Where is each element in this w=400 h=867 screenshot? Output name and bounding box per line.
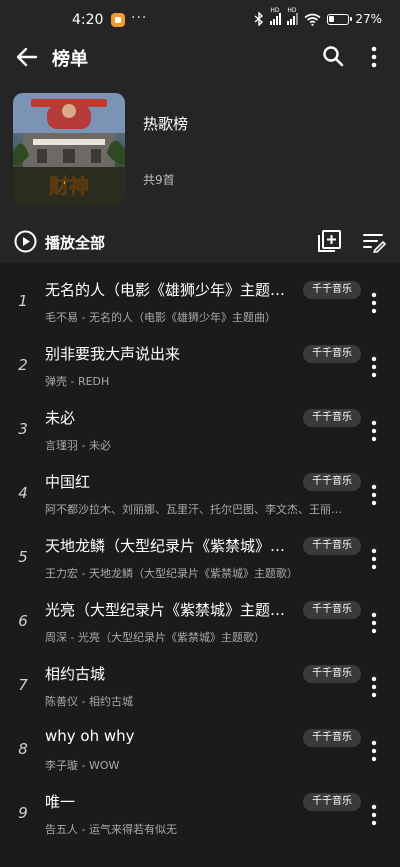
song-index: 2 — [18, 356, 28, 374]
song-row[interactable]: 3 未必 言瑾羽 - 未必 千千音乐 — [0, 399, 400, 463]
song-index: 4 — [18, 484, 28, 502]
page-title: 榜单 — [52, 49, 88, 70]
song-artist: 周深 - 光亮（大型纪录片《紫禁城》主题歌） — [45, 631, 265, 644]
battery-icon — [327, 13, 353, 25]
song-title: why oh why — [45, 727, 135, 745]
source-badge: 千千音乐 — [303, 409, 361, 427]
source-badge: 千千音乐 — [303, 345, 361, 363]
song-title: 别非要我大声说出来 — [45, 345, 181, 363]
source-badge: 千千音乐 — [303, 537, 361, 555]
battery-percent: 27% — [355, 12, 382, 26]
more-notifications-icon: ··· — [131, 10, 148, 26]
song-more-icon[interactable] — [365, 291, 383, 315]
manage-list-icon[interactable] — [362, 231, 386, 253]
song-index: 9 — [18, 804, 28, 822]
source-badge: 千千音乐 — [303, 281, 361, 299]
back-arrow-icon[interactable] — [14, 44, 40, 70]
status-bar: 4:20 ··· HD HD 27% — [0, 0, 400, 40]
song-row[interactable]: 7 相约古城 陈善仪 - 相约古城 千千音乐 — [0, 655, 400, 719]
song-title: 无名的人（电影《雄狮少年》主题曲） — [45, 281, 295, 299]
song-row[interactable]: 8 why oh why 李子璇 - WOW 千千音乐 — [0, 719, 400, 783]
song-more-icon[interactable] — [365, 675, 383, 699]
song-more-icon[interactable] — [365, 419, 383, 443]
song-index: 6 — [18, 612, 28, 630]
cover-text: 财神 — [49, 174, 89, 198]
song-title: 中国红 — [45, 473, 91, 491]
app-notification-icon — [111, 13, 125, 27]
song-index: 5 — [18, 548, 28, 566]
playlist-song-count: 共9首 — [143, 173, 175, 187]
search-icon[interactable] — [321, 44, 345, 68]
play-all-bar: 播放全部 — [0, 226, 400, 258]
song-artist: 告五人 - 运气来得若有似无 — [45, 823, 177, 836]
song-artist: 阿不都沙拉木、刘丽娜、瓦里汗、托尔巴图、李文杰、王丽… — [45, 503, 342, 516]
status-time: 4:20 — [72, 12, 104, 28]
play-all-button[interactable]: 播放全部 — [45, 232, 105, 253]
song-artist: 王力宏 - 天地龙鳞（大型纪录片《紫禁城》主题歌） — [45, 567, 298, 580]
song-title: 天地龙鳞（大型纪录片《紫禁城》主… — [45, 537, 295, 555]
signal-2-icon: HD — [287, 7, 299, 25]
song-row[interactable]: 4 中国红 阿不都沙拉木、刘丽娜、瓦里汗、托尔巴图、李文杰、王丽… 千千音乐 — [0, 463, 400, 527]
song-more-icon[interactable] — [365, 611, 383, 635]
app-bar: 榜单 — [0, 40, 400, 74]
song-title: 光亮（大型纪录片《紫禁城》主题歌） — [45, 601, 295, 619]
song-more-icon[interactable] — [365, 739, 383, 763]
bluetooth-icon — [254, 12, 264, 26]
source-badge: 千千音乐 — [303, 601, 361, 619]
song-row[interactable]: 9 唯一 告五人 - 运气来得若有似无 千千音乐 — [0, 783, 400, 847]
playlist-cover-image: 财神 — [13, 93, 125, 205]
source-badge: 千千音乐 — [303, 729, 361, 747]
song-more-icon[interactable] — [365, 483, 383, 507]
song-title: 相约古城 — [45, 665, 106, 683]
playlist-title: 热歌榜 — [143, 115, 189, 133]
song-more-icon[interactable] — [365, 355, 383, 379]
song-row[interactable]: 6 光亮（大型纪录片《紫禁城》主题歌） 周深 - 光亮（大型纪录片《紫禁城》主题… — [0, 591, 400, 655]
song-index: 1 — [18, 292, 28, 310]
song-index: 7 — [18, 676, 28, 694]
song-title: 唯一 — [45, 793, 76, 811]
source-badge: 千千音乐 — [303, 665, 361, 683]
song-artist: 言瑾羽 - 未必 — [45, 439, 111, 452]
signal-icon: HD — [270, 7, 282, 25]
cover-art: 财神 — [13, 93, 125, 205]
song-index: 3 — [18, 420, 28, 438]
song-artist: 陈善仪 - 相约古城 — [45, 695, 133, 708]
song-more-icon[interactable] — [365, 803, 383, 827]
song-title: 未必 — [45, 409, 76, 427]
song-row[interactable]: 2 别非要我大声说出来 弹壳 - REDH 千千音乐 — [0, 335, 400, 399]
song-index: 8 — [18, 740, 28, 758]
song-artist: 李子璇 - WOW — [45, 759, 120, 772]
song-artist: 弹壳 - REDH — [45, 375, 110, 388]
song-more-icon[interactable] — [365, 547, 383, 571]
wifi-icon — [304, 13, 321, 26]
song-artist: 毛不易 - 无名的人（电影《雄狮少年》主题曲） — [45, 311, 276, 324]
play-circle-icon[interactable] — [14, 230, 37, 253]
source-badge: 千千音乐 — [303, 473, 361, 491]
song-list: 1 无名的人（电影《雄狮少年》主题曲） 毛不易 - 无名的人（电影《雄狮少年》主… — [0, 263, 400, 867]
song-row[interactable]: 5 天地龙鳞（大型纪录片《紫禁城》主… 王力宏 - 天地龙鳞（大型纪录片《紫禁城… — [0, 527, 400, 591]
status-icons: HD HD 27% — [254, 7, 382, 27]
song-row[interactable]: 1 无名的人（电影《雄狮少年》主题曲） 毛不易 - 无名的人（电影《雄狮少年》主… — [0, 271, 400, 335]
more-options-icon[interactable] — [364, 44, 384, 70]
source-badge: 千千音乐 — [303, 793, 361, 811]
add-to-playlist-icon[interactable] — [317, 229, 342, 254]
